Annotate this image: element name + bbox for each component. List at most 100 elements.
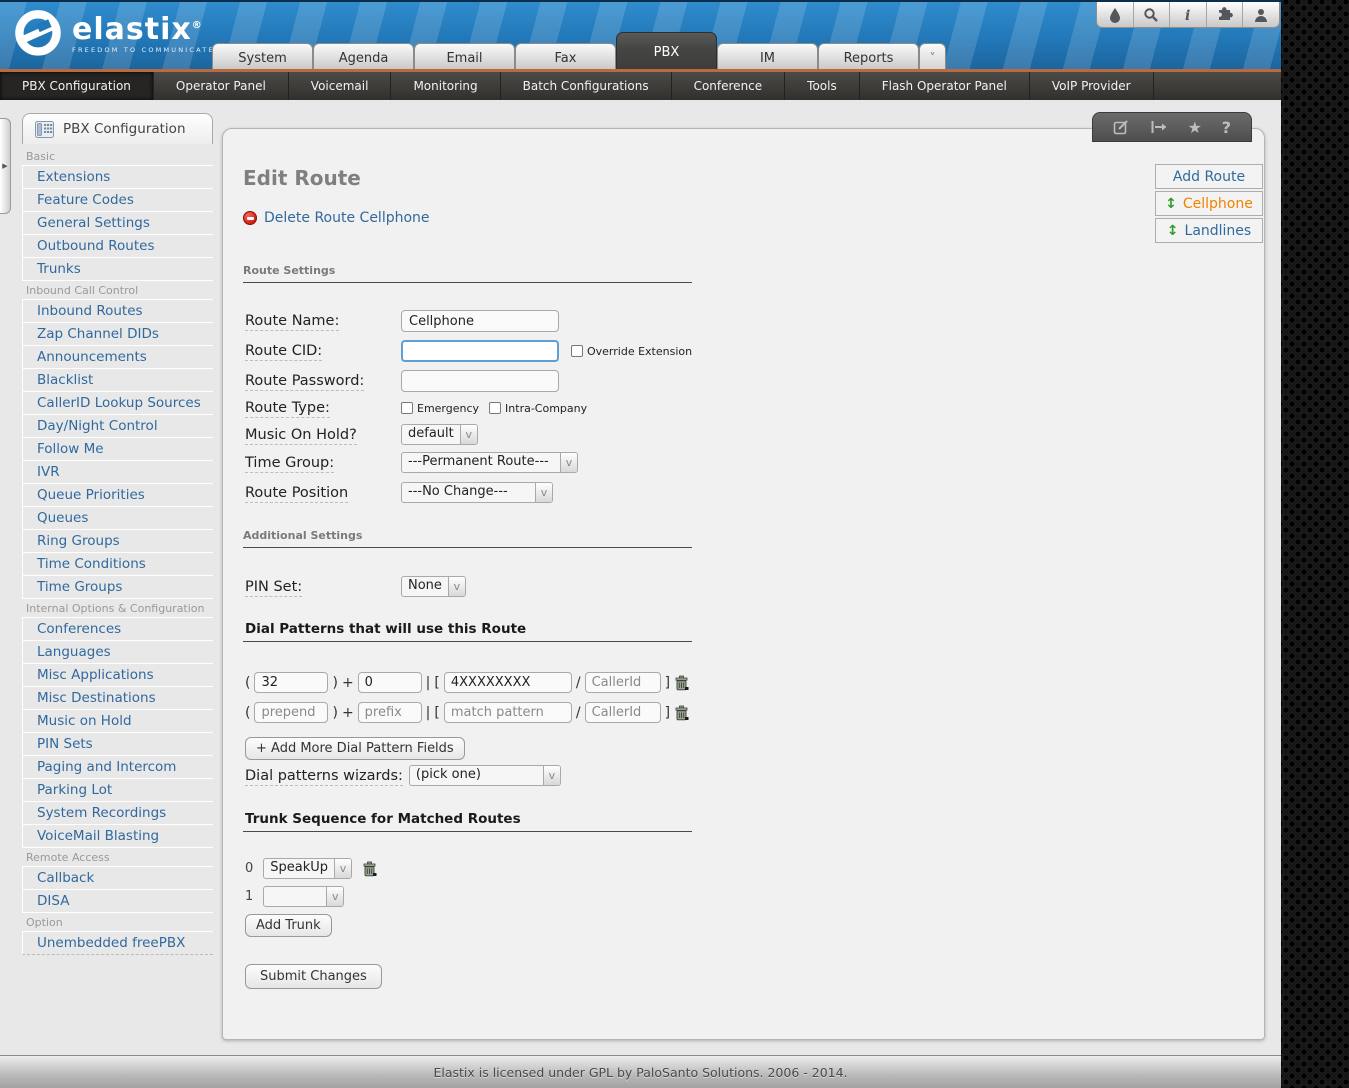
tab-system[interactable]: System [212, 43, 313, 72]
droplet-icon[interactable] [1097, 2, 1134, 27]
nav-item-monitoring[interactable]: Monitoring [391, 72, 501, 100]
sort-arrows-icon: ↕ [1165, 195, 1177, 212]
sidebar-item-feature-codes[interactable]: Feature Codes [22, 189, 213, 212]
nav-item-tools[interactable]: Tools [785, 72, 860, 100]
delete-route-link[interactable]: Delete Route Cellphone [243, 210, 430, 226]
nav-item-voicemail[interactable]: Voicemail [289, 72, 392, 100]
tab-agenda[interactable]: Agenda [313, 43, 414, 72]
sidebar-item-zap-channel-dids[interactable]: Zap Channel DIDs [22, 323, 213, 346]
footer: Elastix is licensed under GPL by PaloSan… [0, 1055, 1281, 1088]
route-name-input[interactable] [401, 310, 559, 332]
nav-item-pbx-configuration[interactable]: PBX Configuration [0, 72, 154, 100]
dial-wizards-select[interactable]: (pick one) v [408, 765, 561, 786]
sidebar-item-time-conditions[interactable]: Time Conditions [22, 553, 213, 576]
callerid-input[interactable] [584, 672, 661, 693]
sidebar-item-voicemail-blasting[interactable]: VoiceMail Blasting [22, 825, 213, 848]
sidebar-item-time-groups[interactable]: Time Groups [22, 576, 213, 599]
brand-name: elastix [72, 11, 192, 47]
sidebar-item-ivr[interactable]: IVR [22, 461, 213, 484]
music-on-hold-select[interactable]: default v [401, 424, 478, 445]
add-route-button[interactable]: Add Route [1155, 164, 1263, 189]
callerid-input[interactable] [584, 702, 661, 723]
delete-route-label: Delete Route Cellphone [264, 210, 430, 226]
sidebar-item-parking-lot[interactable]: Parking Lot [22, 779, 213, 802]
match-pattern-input[interactable] [443, 702, 572, 723]
prepend-input[interactable] [254, 702, 329, 723]
trunk-select[interactable]: v [263, 886, 345, 907]
form-row-route-password: Route Password: [245, 370, 559, 392]
prepend-input[interactable] [254, 672, 329, 693]
form-row-route-type: Route Type: Emergency Intra-Company [245, 400, 588, 418]
sidebar-item-conferences[interactable]: Conferences [22, 618, 213, 641]
sidebar-item-misc-destinations[interactable]: Misc Destinations [22, 687, 213, 710]
tab-im[interactable]: IM [717, 43, 818, 72]
trash-icon[interactable] [362, 861, 377, 877]
add-more-dial-pattern-button[interactable]: + Add More Dial Pattern Fields [245, 737, 465, 760]
sidebar-item-announcements[interactable]: Announcements [22, 346, 213, 369]
sidebar-item-callerid-lookup-sources[interactable]: CallerID Lookup Sources [22, 392, 213, 415]
sidebar-item-trunks[interactable]: Trunks [22, 258, 213, 281]
edit-icon[interactable] [1113, 119, 1130, 136]
search-icon[interactable] [1134, 2, 1171, 27]
pin-set-select[interactable]: None v [401, 576, 466, 597]
nav-item-conference[interactable]: Conference [672, 72, 786, 100]
nav-item-voip-provider[interactable]: VoIP Provider [1030, 72, 1154, 100]
sidebar-item-paging-and-intercom[interactable]: Paging and Intercom [22, 756, 213, 779]
sidebar-item-queue-priorities[interactable]: Queue Priorities [22, 484, 213, 507]
nav-item-operator-panel[interactable]: Operator Panel [154, 72, 289, 100]
sidebar-item-blacklist[interactable]: Blacklist [22, 369, 213, 392]
trash-icon[interactable] [674, 705, 689, 721]
form-row-music-on-hold: Music On Hold? default v [245, 424, 478, 445]
route-password-input[interactable] [401, 370, 559, 392]
trash-icon[interactable] [674, 675, 689, 691]
route-item-landlines[interactable]: ↕ Landlines [1155, 218, 1263, 243]
sidebar-title: PBX Configuration [63, 121, 186, 137]
user-icon[interactable] [1243, 2, 1279, 27]
sidebar-item-queues[interactable]: Queues [22, 507, 213, 530]
route-cid-input[interactable] [401, 340, 559, 362]
override-extension-checkbox[interactable] [571, 345, 583, 357]
intra-company-label: Intra-Company [505, 401, 588, 415]
submit-changes-button[interactable]: Submit Changes [245, 964, 382, 989]
elastix-window: elastix® FREEDOM TO COMMUNICATE i System… [0, 0, 1281, 1088]
sidebar-item-callback[interactable]: Callback [22, 867, 213, 890]
prefix-input[interactable] [357, 672, 422, 693]
sidebar-item-disa[interactable]: DISA [22, 890, 213, 913]
sidebar-item-languages[interactable]: Languages [22, 641, 213, 664]
addons-icon[interactable] [1207, 2, 1244, 27]
star-icon[interactable]: ★ [1188, 118, 1202, 137]
prefix-input[interactable] [357, 702, 422, 723]
trunk-select[interactable]: SpeakUp v [263, 858, 353, 879]
emergency-checkbox[interactable] [401, 402, 413, 414]
sidebar-item-ring-groups[interactable]: Ring Groups [22, 530, 213, 553]
info-icon[interactable]: i [1170, 2, 1207, 27]
match-pattern-input[interactable] [443, 672, 572, 693]
more-tabs-button[interactable]: ˅ [919, 43, 946, 72]
sidebar-item-system-recordings[interactable]: System Recordings [22, 802, 213, 825]
sidebar-item-extensions[interactable]: Extensions [22, 166, 213, 189]
sidebar-item-inbound-routes[interactable]: Inbound Routes [22, 300, 213, 323]
sidebar-item-pin-sets[interactable]: PIN Sets [22, 733, 213, 756]
sidebar-collapse-handle[interactable]: ▶ [0, 118, 11, 214]
nav-item-batch-configurations[interactable]: Batch Configurations [501, 72, 672, 100]
sidebar-item-outbound-routes[interactable]: Outbound Routes [22, 235, 213, 258]
tab-email[interactable]: Email [414, 43, 515, 72]
sidebar-item-unembedded-freepbx[interactable]: Unembedded freePBX [22, 932, 213, 955]
sidebar-item-misc-applications[interactable]: Misc Applications [22, 664, 213, 687]
sidebar-item-day-night-control[interactable]: Day/Night Control [22, 415, 213, 438]
sidebar-item-music-on-hold[interactable]: Music on Hold [22, 710, 213, 733]
route-position-select[interactable]: ---No Change--- v [401, 482, 553, 503]
time-group-select[interactable]: ---Permanent Route--- v [401, 452, 578, 473]
pin-icon[interactable] [1150, 120, 1168, 134]
tab-reports[interactable]: Reports [818, 43, 919, 72]
help-icon[interactable]: ? [1222, 118, 1231, 137]
sidebar-item-follow-me[interactable]: Follow Me [22, 438, 213, 461]
trunk-index: 0 [245, 861, 254, 876]
tab-pbx[interactable]: PBX [616, 32, 717, 72]
nav-item-flash-operator-panel[interactable]: Flash Operator Panel [860, 72, 1030, 100]
tab-fax[interactable]: Fax [515, 43, 616, 72]
route-item-cellphone[interactable]: ↕ Cellphone [1155, 191, 1263, 216]
add-trunk-button[interactable]: Add Trunk [245, 914, 332, 937]
sidebar-item-general-settings[interactable]: General Settings [22, 212, 213, 235]
intra-company-checkbox[interactable] [489, 402, 502, 414]
